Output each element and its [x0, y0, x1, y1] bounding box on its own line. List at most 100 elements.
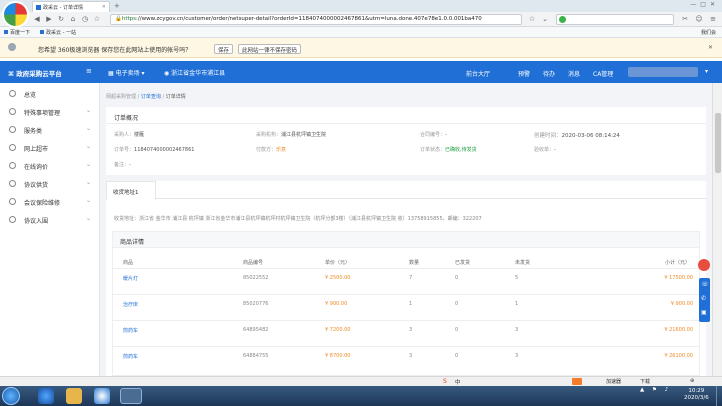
browser-taskbar-icon[interactable] [120, 388, 142, 404]
address-bar[interactable]: 🔒https://www.zcygov.cn/customer/order/ne… [110, 14, 522, 25]
product-link[interactable]: 暖片灯 [123, 275, 138, 282]
sidebar-item-overview[interactable]: 总览 [0, 85, 100, 103]
ime-logo-icon[interactable]: S [443, 378, 447, 385]
product-code: 64884755 [243, 353, 269, 359]
sidebar-item-inquiry[interactable]: 在线询价 ⌄ [0, 157, 100, 175]
close-notification-icon[interactable]: ✕ [708, 44, 713, 51]
accelerator-icon[interactable] [572, 378, 582, 385]
platform-logo[interactable]: ⌘ 政府采购云平台 [8, 68, 62, 78]
bookmark-item[interactable]: 政采云 - 一站 [40, 29, 76, 36]
page-scrollbar[interactable] [712, 83, 722, 376]
show-desktop-button[interactable] [716, 386, 722, 406]
sidebar-item-shortlist[interactable]: 协议入围 ⌄ [0, 211, 100, 229]
save-password-label: 保存 [218, 48, 230, 54]
sidebar-item-label: 协议入围 [24, 218, 49, 225]
user-account-redacted[interactable] [628, 67, 698, 77]
tray-icons[interactable]: ▲ ⚑ ♪ [640, 387, 671, 393]
phone-icon[interactable]: ✆ [701, 295, 706, 302]
assistant-mascot-icon[interactable] [698, 259, 710, 271]
goods-title: 商品详情 [113, 232, 699, 248]
header-link-messages[interactable]: 消息 [568, 69, 580, 78]
maximize-icon[interactable]: □ [700, 1, 710, 8]
product-link[interactable]: 治疗床 [123, 301, 138, 308]
bookmark-right[interactable]: 我们会 [701, 29, 716, 36]
tab-address-1[interactable]: 收货地址1 [106, 181, 156, 200]
sidebar-item-label: 总览 [24, 92, 37, 99]
quantity: 3 [409, 327, 413, 333]
breadcrumb-item[interactable]: 网超采购管理 [106, 94, 136, 100]
clock[interactable]: 10:29 2020/3/6 [684, 388, 709, 402]
system-tray: ▲ ⚑ ♪ [640, 387, 671, 393]
menu-icon[interactable]: ≡ [708, 15, 718, 24]
back-icon[interactable]: ◀ [32, 15, 42, 24]
field-value: 1184074000002467861 [134, 147, 195, 153]
subtotal: ¥ 900.00 [670, 301, 693, 307]
header-link-todo[interactable]: 待办 [543, 69, 555, 78]
accelerator-label[interactable]: 加速器 [606, 378, 621, 385]
explorer-folder-icon[interactable] [66, 388, 82, 404]
mall-switch[interactable]: ▦ 电子卖场 ▾ [108, 68, 145, 77]
headset-icon[interactable]: ☏ [701, 281, 709, 288]
menu-toggle-icon[interactable]: ≡ [86, 67, 92, 75]
browser-logo-icon[interactable] [2, 1, 29, 28]
tab-close-icon[interactable]: ✕ [102, 4, 106, 10]
minimize-icon[interactable]: — [690, 1, 700, 8]
subtotal: ¥ 26100.00 [664, 353, 693, 359]
sidebar-item-agreement-supply[interactable]: 协议供货 ⌄ [0, 175, 100, 193]
column-header: 小计（元） [665, 260, 691, 266]
download-label[interactable]: 下载 [640, 378, 650, 385]
field-label: 订单状态： [420, 147, 446, 153]
sidebar: 总览 特殊事项管理 ⌄ 服务类 ⌄ 网上超市 ⌄ 在线询价 ⌄ 协议供货 ⌄ 会议保险维修… [0, 83, 100, 376]
history-icon[interactable]: ◷ [80, 15, 90, 24]
chevron-down-icon: ⌄ [85, 107, 91, 114]
created-field: 创建时间：2020-03-06 08:14:24 [534, 131, 620, 139]
url-text: ://www.zcygov.cn/customer/order/netsuper… [136, 16, 482, 22]
bookmark-star-icon[interactable]: ☆ [92, 15, 102, 24]
sidebar-item-meeting[interactable]: 会议保险维修 ⌄ [0, 193, 100, 211]
forward-icon[interactable]: ▶ [44, 15, 54, 24]
favorite-icon[interactable]: ☆ [527, 15, 537, 24]
header-link-lobby[interactable]: 前台大厅 [466, 69, 490, 78]
header-link-ca[interactable]: CA管理 [593, 69, 613, 78]
status-badge: 已确收,待发货 [445, 147, 477, 153]
shipped-count: 0 [455, 275, 459, 281]
breadcrumb-item[interactable]: 订单查询 [141, 94, 161, 100]
new-tab-icon[interactable]: + [114, 2, 123, 10]
sidebar-item-service[interactable]: 服务类 ⌄ [0, 121, 100, 139]
region-switch[interactable]: ◉ 浙江省金华市浦江县 [164, 68, 225, 77]
product-link[interactable]: 煎药车 [123, 353, 138, 360]
save-password-button[interactable]: 保存 [214, 44, 234, 54]
never-save-label: 此网站一律不保存密码 [242, 48, 298, 54]
ie-icon[interactable] [38, 388, 54, 404]
user-icon[interactable]: ☺ [694, 15, 704, 24]
refresh-icon[interactable]: ↻ [56, 15, 66, 24]
app-icon[interactable] [94, 388, 110, 404]
home-icon[interactable]: ⌂ [68, 15, 78, 24]
close-window-icon[interactable]: ✕ [710, 1, 719, 8]
zoom-icon[interactable]: ⊕ [690, 378, 694, 384]
chevron-down-icon: ⌄ [85, 197, 91, 204]
extension-icon[interactable]: ✂ [680, 15, 690, 24]
product-link[interactable]: 煎药车 [123, 327, 138, 334]
sidebar-item-supermarket[interactable]: 网上超市 ⌄ [0, 139, 100, 157]
qrcode-icon[interactable]: ▣ [701, 309, 707, 316]
sidebar-item-label: 特殊事项管理 [24, 110, 61, 117]
dropdown-icon[interactable]: ⌄ [540, 15, 550, 24]
bookmark-item[interactable]: 百度一下 [4, 29, 30, 36]
search-box[interactable] [556, 14, 674, 25]
grid-icon: ▦ [108, 70, 116, 77]
ime-mode[interactable]: 中 [455, 378, 461, 386]
scrollbar-thumb[interactable] [715, 113, 721, 173]
never-save-button[interactable]: 此网站一律不保存密码 [238, 44, 302, 54]
window-controls[interactable]: —□✕ [690, 1, 719, 8]
sidebar-item-special[interactable]: 特殊事项管理 ⌄ [0, 103, 100, 121]
browser-tab[interactable]: 政采云 - 订单详情 ✕ [32, 1, 110, 12]
unit-price: ¥ 7200.00 [325, 327, 351, 333]
product-code: 64895482 [243, 327, 269, 333]
unshipped-count: 5 [515, 275, 519, 281]
remark-field: 备注：- [114, 161, 131, 168]
header-link-alerts[interactable]: 预警 [518, 69, 530, 78]
account-chevron-icon[interactable]: ▾ [705, 68, 708, 75]
start-button-icon[interactable] [2, 387, 20, 405]
field-label: 创建时间： [534, 133, 562, 139]
